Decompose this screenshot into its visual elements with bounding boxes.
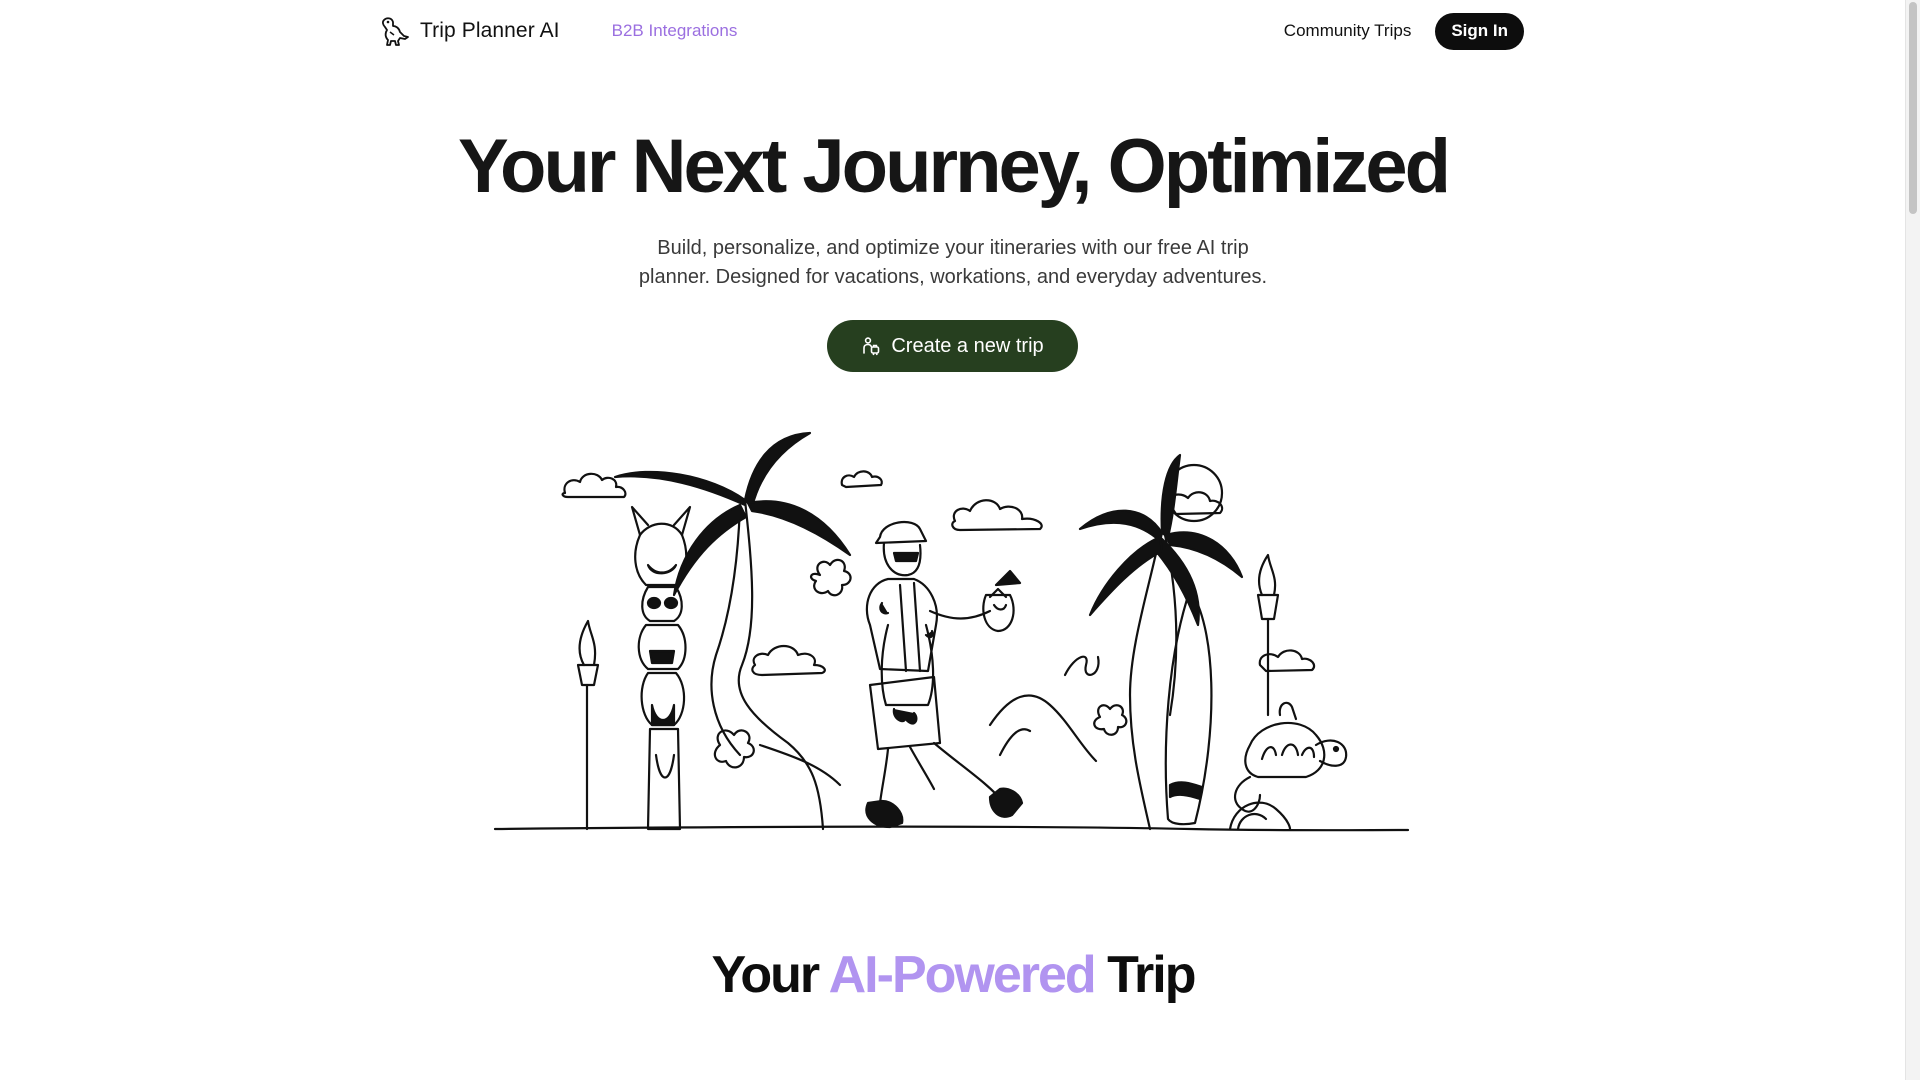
hero-title: Your Next Journey, Optimized bbox=[457, 124, 1451, 209]
section-title-prefix: Your bbox=[711, 946, 821, 1004]
brand-name: Trip Planner AI bbox=[420, 19, 560, 42]
sunglasses-icon bbox=[892, 551, 920, 563]
traveler-icon bbox=[863, 337, 880, 356]
bucket-hat bbox=[874, 520, 928, 545]
section-title: Your AI-Powered Trip bbox=[0, 940, 1906, 1010]
scrollbar-thumb[interactable] bbox=[1909, 2, 1917, 214]
tropical-traveler-illustration bbox=[493, 431, 1410, 832]
hibiscus-icon bbox=[810, 558, 852, 597]
top-navigation: Trip Planner AI B2B Integrations Communi… bbox=[378, 0, 1524, 62]
vertical-scrollbar[interactable] bbox=[1905, 0, 1920, 1080]
cloud-icon bbox=[951, 499, 1043, 532]
hibiscus-icon bbox=[1093, 704, 1128, 736]
hero-subtitle-line-2: planner. Designed for vacations, workati… bbox=[638, 266, 1268, 288]
brand-link[interactable]: Trip Planner AI bbox=[378, 14, 560, 48]
section-title-accent: AI-Powered bbox=[828, 946, 1097, 1004]
sign-in-button[interactable]: Sign In bbox=[1435, 12, 1524, 50]
page: Trip Planner AI B2B Integrations Communi… bbox=[0, 0, 1906, 1080]
palm-trunk bbox=[1128, 533, 1162, 831]
palm-trunk bbox=[737, 498, 825, 831]
cloud-icon bbox=[751, 644, 826, 677]
section-title-suffix: Trip bbox=[1107, 946, 1196, 1004]
nav-b2b-integrations[interactable]: B2B Integrations bbox=[612, 21, 738, 41]
hero-subtitle-line-1: Build, personalize, and optimize your it… bbox=[657, 237, 1249, 259]
create-new-trip-label: Create a new trip bbox=[891, 334, 1044, 357]
ground-line bbox=[493, 825, 1410, 832]
hero-subtitle: Build, personalize, and optimize your it… bbox=[0, 234, 1906, 292]
nav-community-trips[interactable]: Community Trips bbox=[1284, 21, 1412, 41]
cloud-icon bbox=[1168, 491, 1224, 516]
nav-right-group: Community Trips Sign In bbox=[1284, 12, 1524, 50]
dinosaur-logo-icon bbox=[382, 17, 409, 46]
cloud-icon bbox=[840, 470, 883, 489]
create-new-trip-button[interactable]: Create a new trip bbox=[827, 320, 1078, 372]
